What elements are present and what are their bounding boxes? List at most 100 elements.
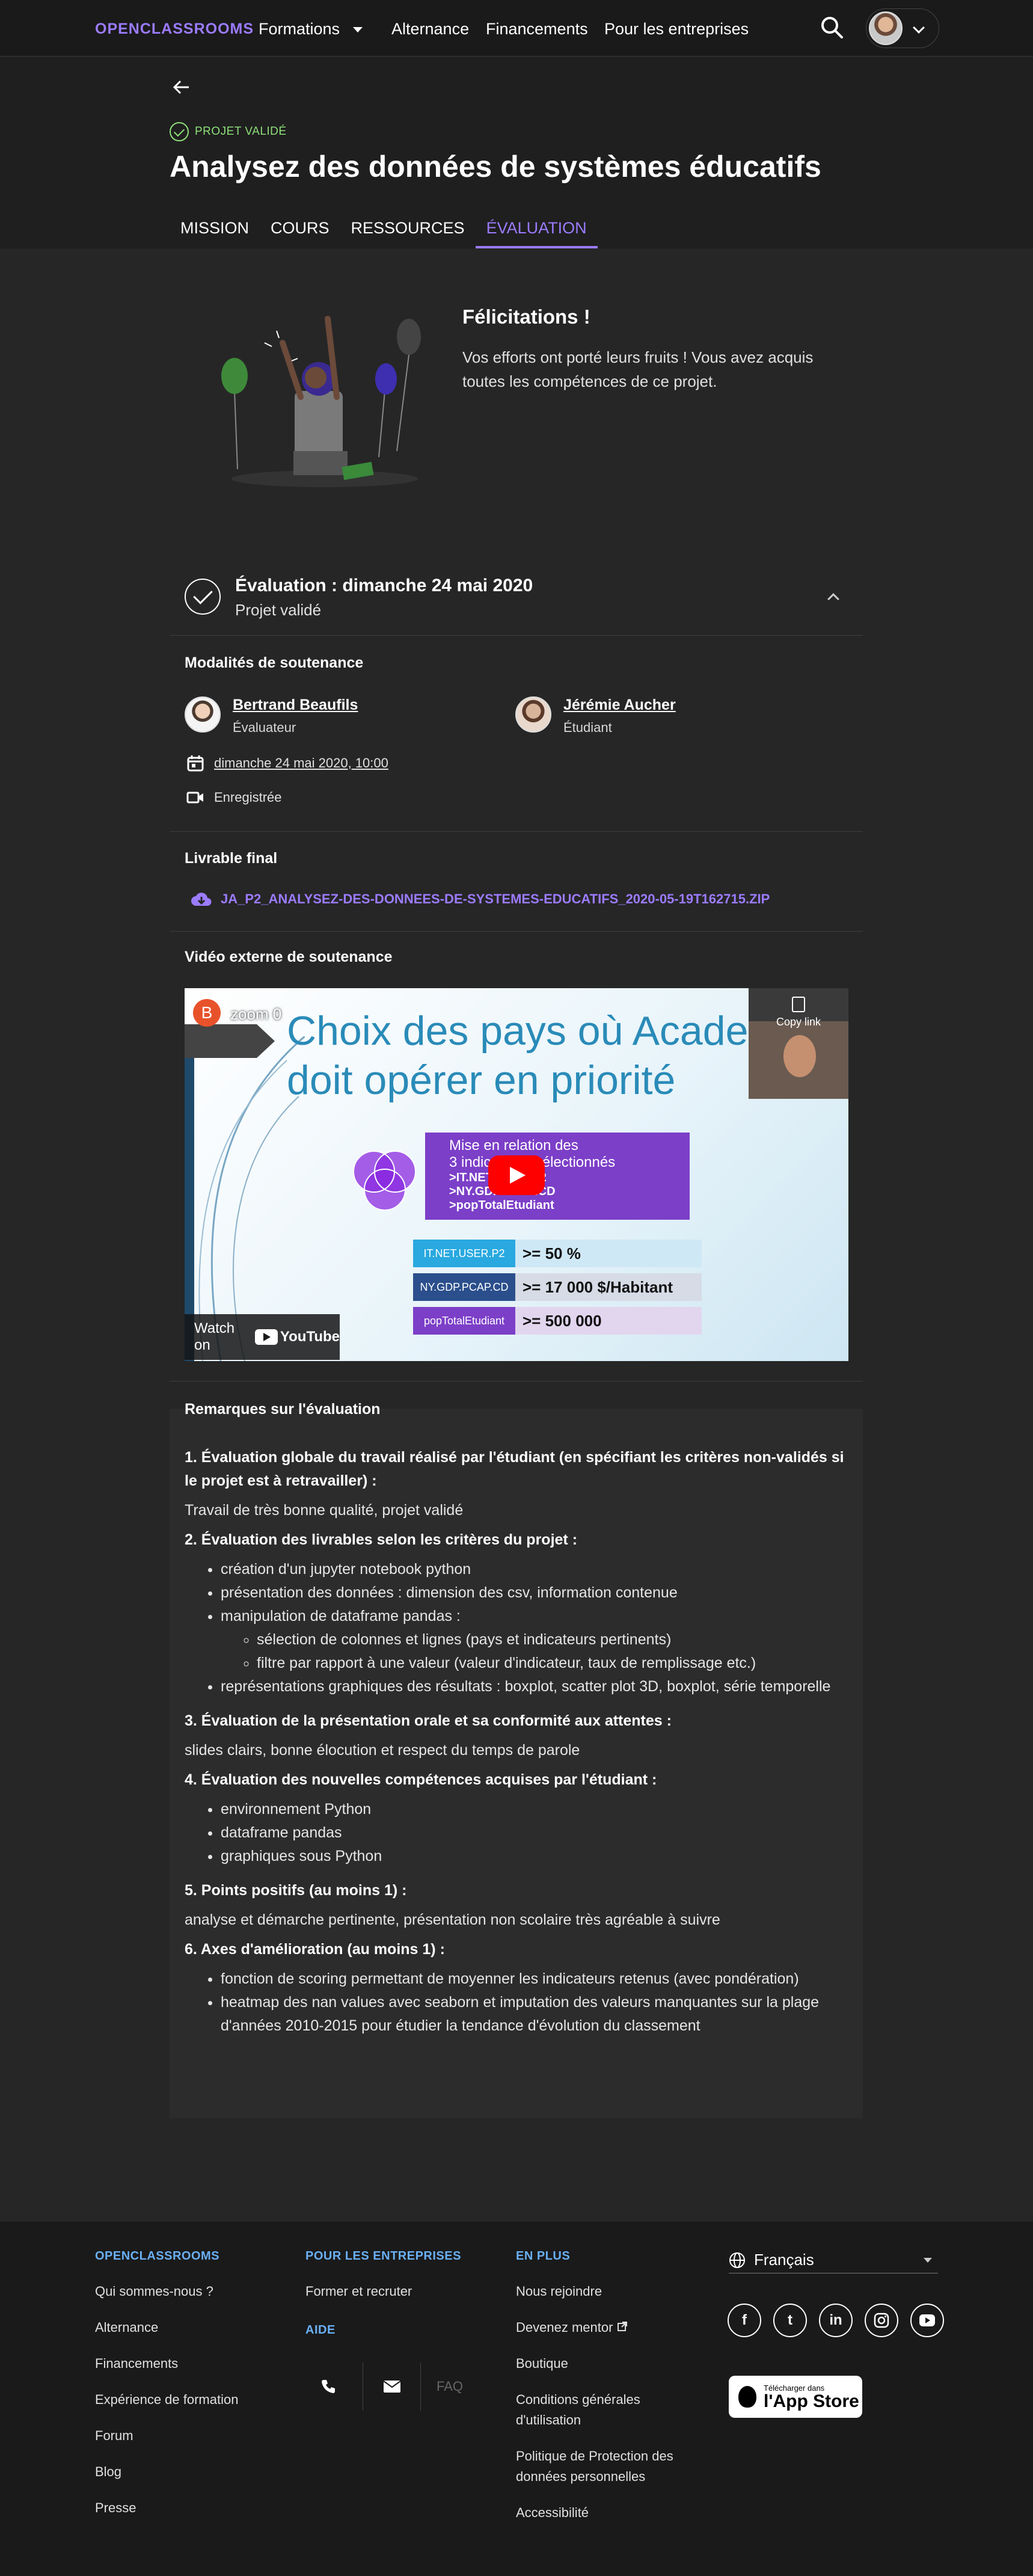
- twitter-icon[interactable]: t: [773, 2304, 807, 2337]
- slide-banner-shape: [185, 1024, 275, 1058]
- list-item: présentation des données : dimension des…: [221, 1581, 846, 1605]
- footer-link[interactable]: Nous rejoindre: [516, 2281, 708, 2302]
- recording-label: Enregistrée: [214, 790, 282, 805]
- remark-heading: 1. Évaluation globale du travail réalisé…: [185, 1449, 844, 1489]
- chevron-up-icon[interactable]: [827, 593, 839, 605]
- deliverable-file-link[interactable]: JA_P2_ANALYSEZ-DES-DONNEES-DE-SYSTEMES-E…: [221, 891, 770, 907]
- remark-text: slides clairs, bonne élocution et respec…: [185, 1742, 580, 1759]
- search-icon[interactable]: [819, 14, 845, 41]
- video-title[interactable]: zoom 0: [230, 1005, 281, 1024]
- openclassrooms-logo[interactable]: OPENCLASSROOMS: [95, 20, 254, 38]
- phone-icon[interactable]: [305, 2362, 363, 2411]
- back-arrow-icon[interactable]: [170, 75, 194, 99]
- footer-link[interactable]: Boutique: [516, 2353, 708, 2374]
- external-link-icon: [617, 2322, 627, 2331]
- student-role: Étudiant: [563, 720, 612, 735]
- footer-heading: EN PLUS: [516, 2249, 571, 2263]
- footer-link[interactable]: Politique de Protection des données pers…: [516, 2446, 708, 2487]
- footer-link-mentor[interactable]: Devenez mentor: [516, 2317, 708, 2338]
- defense-date-link[interactable]: dimanche 24 mai 2020, 10:00: [214, 755, 388, 771]
- deliverable-download[interactable]: JA_P2_ANALYSEZ-DES-DONNEES-DE-SYSTEMES-E…: [191, 891, 770, 907]
- youtube-video-player[interactable]: Choix des pays où Acade doit opérer en p…: [185, 988, 848, 1361]
- watch-on-youtube-button[interactable]: Watch on YouTube: [185, 1314, 340, 1360]
- status-badge: PROJET VALIDÉ: [195, 125, 287, 138]
- evaluation-accordion-header[interactable]: Évaluation : dimanche 24 mai 2020 Projet…: [170, 552, 863, 636]
- video-camera-icon: [186, 792, 203, 804]
- remark-heading: 2. Évaluation des livrables selon les cr…: [185, 1531, 578, 1548]
- footer-col-en-plus: EN PLUS Nous rejoindre Devenez mentor Bo…: [516, 2249, 708, 2539]
- channel-avatar[interactable]: B: [193, 999, 221, 1027]
- footer-link[interactable]: Qui sommes-nous ?: [95, 2281, 238, 2302]
- evaluator-name[interactable]: Bertrand Beaufils: [233, 696, 358, 714]
- avatar: [515, 696, 551, 733]
- remark-list: environnement Python dataframe pandas gr…: [221, 1798, 846, 1868]
- list-item: création d'un jupyter notebook python: [221, 1558, 846, 1581]
- calendar-icon: [187, 755, 204, 772]
- footer-link[interactable]: Financements: [95, 2353, 238, 2374]
- youtube-logo: YouTube: [254, 1329, 340, 1345]
- youtube-icon[interactable]: [910, 2304, 944, 2337]
- chevron-down-icon: [353, 27, 363, 33]
- youtube-icon: [254, 1329, 278, 1345]
- footer-link[interactable]: Alternance: [95, 2317, 238, 2338]
- nav-entreprises[interactable]: Pour les entreprises: [604, 20, 749, 38]
- evaluation-card: Évaluation : dimanche 24 mai 2020 Projet…: [170, 552, 863, 2167]
- section-title: Vidéo externe de soutenance: [185, 948, 393, 965]
- section-title: Livrable final: [185, 850, 278, 867]
- help-contact-options: FAQ: [305, 2362, 479, 2411]
- copy-link-button[interactable]: Copy link: [749, 997, 848, 1028]
- instagram-icon[interactable]: [865, 2304, 898, 2337]
- tab-mission[interactable]: MISSION: [170, 214, 260, 248]
- nav-alternance[interactable]: Alternance: [391, 20, 469, 38]
- congrats-text: Vos efforts ont porté leurs fruits ! Vou…: [462, 348, 814, 390]
- tab-evaluation[interactable]: ÉVALUATION: [475, 214, 598, 248]
- tab-ressources[interactable]: RESSOURCES: [340, 214, 476, 248]
- footer-link[interactable]: Accessibilité: [516, 2503, 708, 2523]
- top-navbar: OPENCLASSROOMS Formations Alternance Fin…: [0, 0, 1033, 57]
- recording-status: Enregistrée: [186, 790, 282, 805]
- footer-link[interactable]: Former et recruter: [305, 2281, 461, 2302]
- evaluator-role: Évaluateur: [233, 720, 296, 735]
- threshold-row: popTotalEtudiant >= 500 000: [413, 1307, 702, 1335]
- slide-thresholds-table: IT.NET.USER.P2 >= 50 % NY.GDP.PCAP.CD >=…: [413, 1240, 702, 1341]
- remark-heading: 4. Évaluation des nouvelles compétences …: [185, 1771, 657, 1788]
- mail-icon[interactable]: [363, 2362, 421, 2411]
- footer-heading: OPENCLASSROOMS: [95, 2249, 220, 2263]
- slide-indicator-box: Mise en relation des 3 indicateurs sélec…: [425, 1133, 690, 1220]
- nav-formations[interactable]: Formations: [259, 20, 363, 38]
- list-item: graphiques sous Python: [221, 1845, 846, 1868]
- project-status: PROJET VALIDÉ: [170, 122, 287, 141]
- project-tabs: MISSION COURS RESSOURCES ÉVALUATION: [170, 214, 598, 248]
- list-item: heatmap des nan values avec seaborn et i…: [221, 1991, 846, 2038]
- modalities-section: Modalités de soutenance Bertrand Beaufil…: [170, 636, 863, 832]
- nav-financements[interactable]: Financements: [486, 20, 588, 38]
- avatar: [185, 696, 221, 733]
- remark-heading: 3. Évaluation de la présentation orale e…: [185, 1712, 672, 1729]
- chevron-down-icon: [913, 22, 925, 34]
- check-circle-icon: [185, 579, 221, 615]
- evaluator: Bertrand Beaufils Évaluateur: [185, 696, 358, 736]
- play-button[interactable]: [488, 1155, 545, 1195]
- remark-text: Travail de très bonne qualité, projet va…: [185, 1502, 464, 1519]
- footer-link[interactable]: Expérience de formation: [95, 2390, 238, 2410]
- faq-link[interactable]: FAQ: [421, 2362, 479, 2411]
- footer-link[interactable]: Presse: [95, 2498, 238, 2518]
- list-item: manipulation de dataframe pandas : sélec…: [221, 1605, 846, 1675]
- congrats-title: Félicitations !: [462, 306, 590, 328]
- list-item: représentations graphiques des résultats…: [221, 1675, 846, 1698]
- app-store-button[interactable]: Télécharger dans l'App Store: [729, 2376, 862, 2418]
- footer-col-entreprises: POUR LES ENTREPRISES Former et recruter …: [305, 2249, 461, 2355]
- social-links: f t in: [728, 2304, 944, 2337]
- student-name[interactable]: Jérémie Aucher: [563, 696, 676, 714]
- footer-link[interactable]: Blog: [95, 2462, 238, 2482]
- apple-icon: [738, 2386, 756, 2408]
- linkedin-icon[interactable]: in: [819, 2304, 853, 2337]
- list-item: filtre par rapport à une valeur (valeur …: [257, 1652, 846, 1675]
- language-select[interactable]: Français: [729, 2247, 938, 2273]
- footer-link[interactable]: Conditions générales d'utilisation: [516, 2390, 708, 2430]
- user-menu-button[interactable]: [866, 8, 939, 48]
- tab-cours[interactable]: COURS: [260, 214, 340, 248]
- facebook-icon[interactable]: f: [728, 2304, 761, 2337]
- footer-link[interactable]: Forum: [95, 2426, 238, 2446]
- avatar: [869, 11, 903, 45]
